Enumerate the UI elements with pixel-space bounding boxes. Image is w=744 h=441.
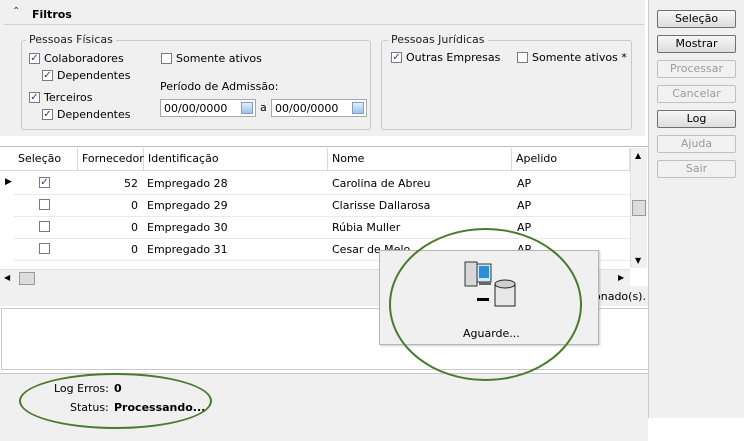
row-select-checkbox[interactable] bbox=[39, 177, 50, 188]
date-separator: a bbox=[260, 101, 267, 114]
row-fornecedor: 0 bbox=[131, 199, 138, 212]
colaboradores-label: Colaboradores bbox=[44, 52, 124, 65]
row-nome: Carolina de Abreu bbox=[332, 177, 431, 190]
date-to-field[interactable]: 00/00/0000 bbox=[271, 99, 367, 117]
dependentes2-checkbox[interactable] bbox=[42, 109, 53, 120]
row-apelido: AP bbox=[517, 177, 532, 190]
col-apelido[interactable]: Apelido bbox=[512, 148, 630, 170]
row-apelido: AP bbox=[517, 199, 532, 212]
outras-empresas-checkbox[interactable] bbox=[391, 52, 402, 63]
pj-somente-ativos-checkbox[interactable] bbox=[517, 52, 528, 63]
row-identificacao: Empregado 29 bbox=[147, 199, 228, 212]
selecao-button[interactable]: Seleção bbox=[657, 10, 736, 28]
current-row-indicator-icon: ▶ bbox=[5, 177, 12, 187]
table-row[interactable] bbox=[14, 172, 630, 195]
mostrar-button[interactable]: Mostrar bbox=[657, 35, 736, 53]
processar-button[interactable]: Processar bbox=[657, 60, 736, 78]
col-selecao[interactable]: Seleção bbox=[14, 148, 78, 170]
scroll-right-icon[interactable]: ▶ bbox=[618, 273, 624, 282]
pf-somente-ativos-label: Somente ativos bbox=[176, 52, 262, 65]
scroll-down-icon[interactable]: ▼ bbox=[635, 256, 641, 265]
scroll-up-icon[interactable]: ▲ bbox=[635, 151, 641, 160]
row-identificacao: Empregado 30 bbox=[147, 221, 228, 234]
vertical-scrollbar[interactable]: ▲ ▼ bbox=[630, 148, 647, 268]
pj-legend: Pessoas Jurídicas bbox=[388, 33, 488, 46]
row-nome: Rúbia Muller bbox=[332, 221, 401, 234]
table-row[interactable] bbox=[14, 216, 630, 239]
calendar-to-icon[interactable] bbox=[352, 102, 364, 114]
terceiros-checkbox[interactable] bbox=[29, 92, 40, 103]
sair-button[interactable]: Sair bbox=[657, 160, 736, 178]
date-from-value: 00/00/0000 bbox=[164, 102, 228, 115]
row-select-checkbox[interactable] bbox=[39, 221, 50, 232]
pf-somente-ativos-checkbox[interactable] bbox=[161, 53, 172, 64]
horizontal-scroll-thumb[interactable] bbox=[19, 272, 35, 285]
row-identificacao: Empregado 31 bbox=[147, 243, 228, 256]
filters-header[interactable]: ⌃ Filtros bbox=[4, 4, 644, 25]
periodo-label: Período de Admissão: bbox=[160, 80, 279, 93]
annotation-ellipse-status bbox=[19, 373, 212, 429]
row-fornecedor: 0 bbox=[131, 243, 138, 256]
filters-title: Filtros bbox=[32, 8, 72, 21]
pj-somente-ativos-label: Somente ativos * bbox=[532, 51, 627, 64]
date-to-value: 00/00/0000 bbox=[275, 102, 339, 115]
cancelar-button[interactable]: Cancelar bbox=[657, 85, 736, 103]
row-nome: Clarisse Dallarosa bbox=[332, 199, 431, 212]
annotation-ellipse-popup bbox=[389, 228, 582, 381]
calendar-from-icon[interactable] bbox=[241, 102, 253, 114]
collapse-icon[interactable]: ⌃ bbox=[12, 6, 20, 17]
row-select-checkbox[interactable] bbox=[39, 199, 50, 210]
col-fornecedor[interactable]: Fornecedor bbox=[78, 148, 144, 170]
col-nome[interactable]: Nome bbox=[328, 148, 512, 170]
row-fornecedor: 52 bbox=[124, 177, 138, 190]
dependentes1-checkbox[interactable] bbox=[42, 70, 53, 81]
scroll-left-icon[interactable]: ◀ bbox=[4, 273, 10, 282]
grid-status-text: onado(s). bbox=[594, 290, 646, 303]
row-fornecedor: 0 bbox=[131, 221, 138, 234]
dependentes1-label: Dependentes bbox=[57, 69, 131, 82]
date-from-field[interactable]: 00/00/0000 bbox=[160, 99, 256, 117]
log-button[interactable]: Log bbox=[657, 110, 736, 128]
outras-empresas-label: Outras Empresas bbox=[406, 51, 501, 64]
vertical-scroll-thumb[interactable] bbox=[632, 200, 646, 216]
colaboradores-checkbox[interactable] bbox=[29, 53, 40, 64]
table-row[interactable] bbox=[14, 194, 630, 217]
row-identificacao: Empregado 28 bbox=[147, 177, 228, 190]
pf-legend: Pessoas Físicas bbox=[26, 33, 116, 46]
terceiros-label: Terceiros bbox=[44, 91, 93, 104]
ajuda-button[interactable]: Ajuda bbox=[657, 135, 736, 153]
row-select-checkbox[interactable] bbox=[39, 243, 50, 254]
dependentes2-label: Dependentes bbox=[57, 108, 131, 121]
col-identificacao[interactable]: Identificação bbox=[144, 148, 328, 170]
